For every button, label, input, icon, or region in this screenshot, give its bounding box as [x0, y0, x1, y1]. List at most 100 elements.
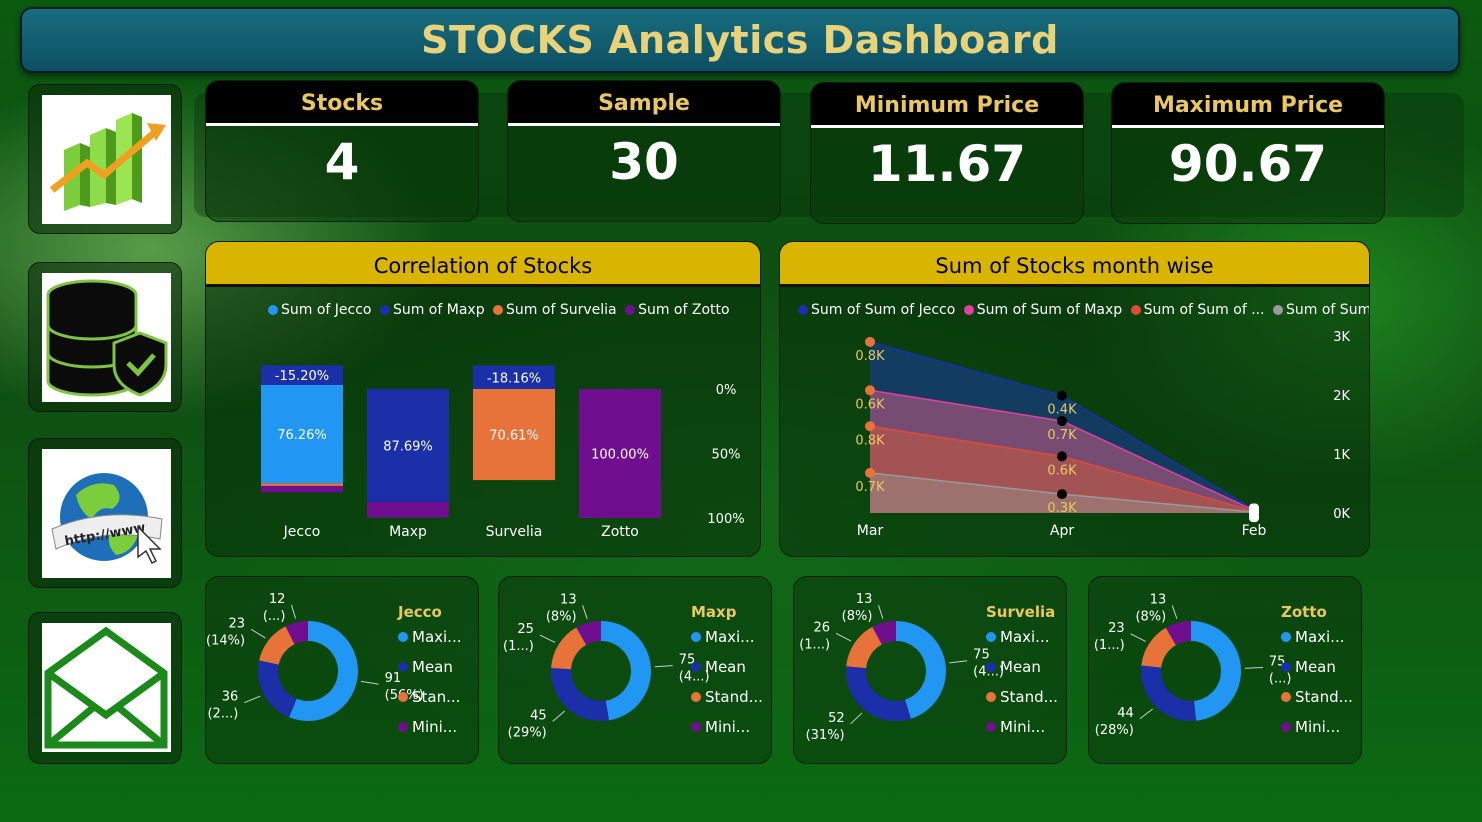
data-point — [865, 336, 875, 347]
label-leader-line — [1139, 708, 1153, 720]
legend-item[interactable]: Maxi... — [398, 628, 461, 658]
label-leader-line — [1130, 633, 1146, 642]
legend-label: Mean — [412, 658, 453, 676]
point-data-label: 0.6K — [1047, 463, 1077, 478]
legend-label: Mini... — [705, 718, 751, 736]
point-data-label: 0.4K — [1047, 403, 1077, 418]
kpi-value: 4 — [324, 133, 360, 191]
kpi-value: 11.67 — [867, 135, 1027, 193]
bar-data-label: 100.00% — [591, 448, 649, 463]
y-tick-label: 3K — [1333, 330, 1350, 345]
label-leader-line — [244, 695, 261, 704]
x-tick-label: Survelia — [486, 524, 543, 540]
legend-dot — [1281, 632, 1291, 642]
donut-card-jecco: 91(56%)36(2...)23(14%)12(...) Jecco Maxi… — [205, 576, 479, 764]
donut-card-survelia: 75 (4...) 52 (31%) 26 (1...) 13 (8%) Survelia M… — [793, 576, 1067, 764]
legend-item[interactable]: Stand... — [691, 688, 763, 718]
x-tick-label: Jecco — [283, 524, 321, 540]
donut-data-label: (1...) — [1094, 638, 1125, 653]
nav-tile-analytics[interactable] — [28, 84, 182, 234]
bar-data-label: 70.61% — [489, 429, 539, 444]
donut-slice — [551, 668, 609, 721]
label-leader-line — [552, 710, 566, 722]
point-data-label: 0.7K — [855, 480, 885, 495]
legend-item[interactable]: Mean — [986, 658, 1058, 688]
kpi-stocks: Stocks 4 — [205, 80, 479, 222]
legend-item[interactable]: Mean — [1281, 658, 1353, 688]
legend-item[interactable]: Mini... — [986, 718, 1058, 748]
donut-data-label: 44 — [1117, 706, 1134, 721]
y-tick-label: 0% — [716, 383, 737, 398]
legend-label: Maxi... — [412, 628, 462, 646]
kpi-maximum-price: Maximum Price 90.67 — [1111, 82, 1385, 224]
donut-data-label: (14%) — [206, 633, 245, 648]
donut-data-label: (8%) — [842, 609, 873, 624]
legend-item[interactable]: Maxi... — [1281, 628, 1353, 658]
donut-data-label: 45 — [530, 708, 547, 723]
donut-data-label: 26 — [813, 620, 830, 635]
y-tick-label: 50% — [712, 448, 741, 463]
x-tick-label: Apr — [1050, 523, 1074, 539]
legend-item[interactable]: Mini... — [1281, 718, 1353, 748]
bar-segment — [367, 502, 449, 518]
legend-item[interactable]: Maxi... — [986, 628, 1058, 658]
donut-title: Jecco — [398, 603, 442, 621]
legend-item[interactable]: Mini... — [398, 718, 461, 748]
legend-label: Maxi... — [1000, 628, 1050, 646]
nav-tile-mail[interactable] — [28, 612, 182, 764]
kpi-label: Stocks — [206, 81, 478, 126]
label-leader-line — [250, 628, 266, 639]
legend-label: Stan... — [412, 688, 461, 706]
donut-slice — [1191, 621, 1241, 721]
legend-item[interactable]: Maxi... — [691, 628, 763, 658]
legend-item[interactable]: Stand... — [1281, 688, 1353, 718]
donut-data-label: 25 — [517, 622, 534, 637]
legend-dot — [986, 662, 996, 672]
kpi-value: 30 — [609, 133, 679, 191]
x-tick-label: Mar — [857, 523, 884, 539]
nav-tile-database[interactable] — [28, 262, 182, 412]
donut-slice — [258, 660, 297, 718]
legend-item[interactable]: Mini... — [691, 718, 763, 748]
correlation-panel: Correlation of Stocks Sum of Jecco Sum o… — [205, 241, 761, 557]
donut-data-label: (2...) — [207, 707, 238, 722]
label-leader-line — [360, 680, 379, 685]
legend-label: Mini... — [412, 718, 458, 736]
nav-tile-web[interactable]: http://www — [28, 438, 182, 588]
legend-item[interactable]: Stand... — [986, 688, 1058, 718]
legend-label: Mean — [1295, 658, 1336, 676]
donut-data-label: (29%) — [508, 725, 547, 740]
legend-item[interactable]: Mean — [398, 658, 461, 688]
bar-segment — [261, 485, 343, 493]
globe-http-icon: http://www — [42, 449, 171, 578]
envelope-icon — [42, 623, 171, 752]
legend-dot — [398, 722, 408, 732]
legend-item[interactable]: Stan... — [398, 688, 461, 718]
donut-data-label: (1...) — [503, 639, 534, 654]
data-point — [1057, 451, 1067, 462]
legend-dot — [398, 692, 408, 702]
donut-data-label: 36 — [222, 690, 239, 705]
legend-label: Stand... — [1295, 688, 1353, 706]
y-tick-label: 100% — [707, 512, 744, 527]
kpi-label: Maximum Price — [1112, 83, 1384, 128]
kpi-minimum-price: Minimum Price 11.67 — [810, 82, 1084, 224]
data-point — [1249, 506, 1259, 523]
donut-legend: Maxp Maxi... Mean Stand... Mini... — [691, 603, 763, 748]
legend-dot — [1281, 692, 1291, 702]
donut-data-label: (...) — [263, 609, 286, 624]
x-tick-label: Maxp — [389, 524, 427, 540]
growth-chart-icon — [42, 95, 171, 224]
legend-dot — [986, 722, 996, 732]
legend-label: Mean — [705, 658, 746, 676]
monthwise-area-chart: 0K 1K 2K 3K 0.8K 0.4K 0.6K 0.7K 0.8K 0.6K 0.7K 0.3K… — [855, 330, 1350, 539]
legend-item[interactable]: Mean — [691, 658, 763, 688]
donut-data-label: 13 — [560, 592, 577, 607]
point-data-label: 0.3K — [1047, 501, 1077, 516]
legend-label: Mini... — [1000, 718, 1046, 736]
donut-card-zotto: 75 (...) 44 (28%) 23 (1...) 13 (8%) Zotto Maxi.… — [1088, 576, 1362, 764]
data-point — [1057, 390, 1067, 401]
bar-data-label: 87.69% — [383, 440, 433, 455]
label-leader-line — [835, 632, 852, 642]
legend-dot — [691, 692, 701, 702]
